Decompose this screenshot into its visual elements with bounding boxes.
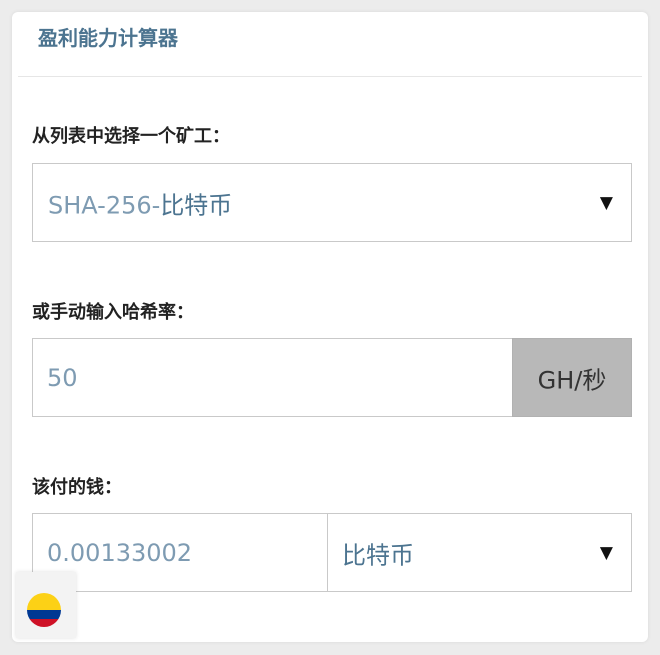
hashrate-value: 50: [47, 363, 78, 392]
card-title: 盈利能力计算器: [38, 26, 178, 50]
miner-select[interactable]: SHA-256-比特币 ▼: [32, 163, 632, 242]
card-header: 盈利能力计算器: [18, 12, 642, 77]
payout-label: 该付的钱：: [32, 477, 122, 498]
miner-select-label: 从列表中选择一个矿工：: [32, 126, 230, 147]
payout-amount-value: 0.00133002: [47, 538, 193, 567]
miner-select-value: SHA-256-比特币: [48, 191, 233, 219]
colombia-flag-icon: [27, 593, 61, 627]
profitability-calculator-card: 盈利能力计算器 从列表中选择一个矿工： SHA-256-比特币 ▼ 或手动输入哈…: [12, 12, 648, 642]
hashrate-label: 或手动输入哈希率：: [32, 302, 194, 323]
chevron-down-icon: ▼: [599, 192, 613, 213]
hashrate-unit-label: GH/秒: [537, 366, 607, 394]
hashrate-input[interactable]: 50: [32, 338, 513, 417]
chevron-down-icon: ▼: [599, 542, 613, 563]
payout-amount-field[interactable]: 0.00133002: [32, 513, 328, 592]
payout-currency-select[interactable]: 比特币 ▼: [327, 513, 632, 592]
payout-currency-value: 比特币: [342, 541, 414, 569]
hashrate-unit: GH/秒: [512, 338, 632, 417]
language-switcher-button[interactable]: [16, 572, 76, 638]
